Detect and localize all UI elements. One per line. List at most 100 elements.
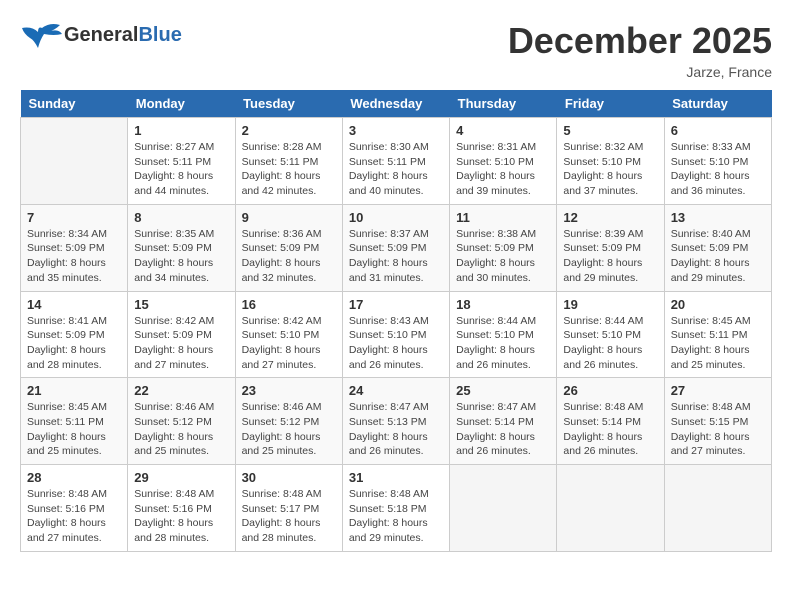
header-friday: Friday — [557, 90, 664, 118]
day-cell: 18 Sunrise: 8:44 AMSunset: 5:10 PMDayligh… — [450, 291, 557, 378]
day-cell — [664, 465, 771, 552]
header-monday: Monday — [128, 90, 235, 118]
day-cell: 12 Sunrise: 8:39 AMSunset: 5:09 PMDayligh… — [557, 204, 664, 291]
header-sunday: Sunday — [21, 90, 128, 118]
day-number: 26 — [563, 383, 657, 398]
day-info: Sunrise: 8:45 AMSunset: 5:11 PMDaylight:… — [671, 314, 765, 373]
day-info: Sunrise: 8:31 AMSunset: 5:10 PMDaylight:… — [456, 140, 550, 199]
header-saturday: Saturday — [664, 90, 771, 118]
day-cell: 3 Sunrise: 8:30 AMSunset: 5:11 PMDaylight… — [342, 118, 449, 205]
day-number: 15 — [134, 297, 228, 312]
day-number: 27 — [671, 383, 765, 398]
day-number: 13 — [671, 210, 765, 225]
day-cell: 23 Sunrise: 8:46 AMSunset: 5:12 PMDayligh… — [235, 378, 342, 465]
week-row-4: 21 Sunrise: 8:45 AMSunset: 5:11 PMDayligh… — [21, 378, 772, 465]
day-info: Sunrise: 8:44 AMSunset: 5:10 PMDaylight:… — [456, 314, 550, 373]
logo: GeneralBlue — [20, 20, 182, 50]
title-block: December 2025 Jarze, France — [508, 20, 772, 80]
day-cell: 30 Sunrise: 8:48 AMSunset: 5:17 PMDayligh… — [235, 465, 342, 552]
day-info: Sunrise: 8:32 AMSunset: 5:10 PMDaylight:… — [563, 140, 657, 199]
day-cell: 28 Sunrise: 8:48 AMSunset: 5:16 PMDayligh… — [21, 465, 128, 552]
day-number: 4 — [456, 123, 550, 138]
header-wednesday: Wednesday — [342, 90, 449, 118]
day-cell: 5 Sunrise: 8:32 AMSunset: 5:10 PMDaylight… — [557, 118, 664, 205]
day-info: Sunrise: 8:38 AMSunset: 5:09 PMDaylight:… — [456, 227, 550, 286]
month-title: December 2025 — [508, 20, 772, 62]
day-info: Sunrise: 8:39 AMSunset: 5:09 PMDaylight:… — [563, 227, 657, 286]
day-info: Sunrise: 8:33 AMSunset: 5:10 PMDaylight:… — [671, 140, 765, 199]
day-cell: 29Sunrise: 8:48 AMSunset: 5:16 PMDayligh… — [128, 465, 235, 552]
day-info: Sunrise: 8:46 AMSunset: 5:12 PMDaylight:… — [134, 400, 228, 459]
day-info: Sunrise: 8:48 AMSunset: 5:16 PMDaylight:… — [27, 487, 121, 546]
day-info: Sunrise: 8:47 AMSunset: 5:13 PMDaylight:… — [349, 400, 443, 459]
day-cell: 1Sunrise: 8:27 AMSunset: 5:11 PMDaylight… — [128, 118, 235, 205]
day-cell — [450, 465, 557, 552]
day-info: Sunrise: 8:48 AMSunset: 5:18 PMDaylight:… — [349, 487, 443, 546]
day-cell: 22 Sunrise: 8:46 AMSunset: 5:12 PMDayligh… — [128, 378, 235, 465]
day-cell: 20 Sunrise: 8:45 AMSunset: 5:11 PMDayligh… — [664, 291, 771, 378]
day-info: Sunrise: 8:40 AMSunset: 5:09 PMDaylight:… — [671, 227, 765, 286]
day-info: Sunrise: 8:48 AMSunset: 5:17 PMDaylight:… — [242, 487, 336, 546]
week-row-2: 7Sunrise: 8:34 AMSunset: 5:09 PMDaylight… — [21, 204, 772, 291]
day-number: 23 — [242, 383, 336, 398]
day-number: 29 — [134, 470, 228, 485]
day-cell: 16Sunrise: 8:42 AMSunset: 5:10 PMDayligh… — [235, 291, 342, 378]
day-cell: 26 Sunrise: 8:48 AMSunset: 5:14 PMDayligh… — [557, 378, 664, 465]
day-cell: 13 Sunrise: 8:40 AMSunset: 5:09 PMDayligh… — [664, 204, 771, 291]
day-number: 20 — [671, 297, 765, 312]
day-info: Sunrise: 8:44 AMSunset: 5:10 PMDaylight:… — [563, 314, 657, 373]
day-number: 1 — [134, 123, 228, 138]
day-number: 11 — [456, 210, 550, 225]
day-number: 28 — [27, 470, 121, 485]
day-cell: 7Sunrise: 8:34 AMSunset: 5:09 PMDaylight… — [21, 204, 128, 291]
day-cell: 2 Sunrise: 8:28 AMSunset: 5:11 PMDaylight… — [235, 118, 342, 205]
day-number: 3 — [349, 123, 443, 138]
day-number: 22 — [134, 383, 228, 398]
day-cell: 10 Sunrise: 8:37 AMSunset: 5:09 PMDayligh… — [342, 204, 449, 291]
day-number: 6 — [671, 123, 765, 138]
day-info: Sunrise: 8:48 AMSunset: 5:15 PMDaylight:… — [671, 400, 765, 459]
header-tuesday: Tuesday — [235, 90, 342, 118]
day-info: Sunrise: 8:45 AMSunset: 5:11 PMDaylight:… — [27, 400, 121, 459]
day-cell — [557, 465, 664, 552]
day-number: 24 — [349, 383, 443, 398]
day-number: 5 — [563, 123, 657, 138]
day-info: Sunrise: 8:37 AMSunset: 5:09 PMDaylight:… — [349, 227, 443, 286]
week-row-1: 1Sunrise: 8:27 AMSunset: 5:11 PMDaylight… — [21, 118, 772, 205]
day-number: 2 — [242, 123, 336, 138]
day-cell: 21 Sunrise: 8:45 AMSunset: 5:11 PMDayligh… — [21, 378, 128, 465]
location: Jarze, France — [508, 64, 772, 80]
day-info: Sunrise: 8:43 AMSunset: 5:10 PMDaylight:… — [349, 314, 443, 373]
day-number: 8 — [134, 210, 228, 225]
day-number: 12 — [563, 210, 657, 225]
day-info: Sunrise: 8:48 AMSunset: 5:14 PMDaylight:… — [563, 400, 657, 459]
week-row-5: 28 Sunrise: 8:48 AMSunset: 5:16 PMDayligh… — [21, 465, 772, 552]
page-header: GeneralBlue December 2025 Jarze, France — [20, 20, 772, 80]
day-number: 21 — [27, 383, 121, 398]
day-number: 25 — [456, 383, 550, 398]
day-cell: 27 Sunrise: 8:48 AMSunset: 5:15 PMDayligh… — [664, 378, 771, 465]
day-info: Sunrise: 8:35 AMSunset: 5:09 PMDaylight:… — [134, 227, 228, 286]
day-number: 30 — [242, 470, 336, 485]
bird-icon — [20, 20, 64, 50]
day-cell: 24 Sunrise: 8:47 AMSunset: 5:13 PMDayligh… — [342, 378, 449, 465]
day-info: Sunrise: 8:41 AMSunset: 5:09 PMDaylight:… — [27, 314, 121, 373]
week-row-3: 14 Sunrise: 8:41 AMSunset: 5:09 PMDayligh… — [21, 291, 772, 378]
day-number: 14 — [27, 297, 121, 312]
day-number: 7 — [27, 210, 121, 225]
day-number: 9 — [242, 210, 336, 225]
day-cell: 19Sunrise: 8:44 AMSunset: 5:10 PMDayligh… — [557, 291, 664, 378]
day-cell: 9Sunrise: 8:36 AMSunset: 5:09 PMDaylight… — [235, 204, 342, 291]
day-number: 10 — [349, 210, 443, 225]
day-cell: 25Sunrise: 8:47 AMSunset: 5:14 PMDayligh… — [450, 378, 557, 465]
day-number: 18 — [456, 297, 550, 312]
calendar-table: SundayMondayTuesdayWednesdayThursdayFrid… — [20, 90, 772, 552]
day-info: Sunrise: 8:28 AMSunset: 5:11 PMDaylight:… — [242, 140, 336, 199]
day-info: Sunrise: 8:42 AMSunset: 5:09 PMDaylight:… — [134, 314, 228, 373]
day-info: Sunrise: 8:42 AMSunset: 5:10 PMDaylight:… — [242, 314, 336, 373]
day-cell: 6 Sunrise: 8:33 AMSunset: 5:10 PMDaylight… — [664, 118, 771, 205]
day-cell: 31Sunrise: 8:48 AMSunset: 5:18 PMDayligh… — [342, 465, 449, 552]
day-info: Sunrise: 8:30 AMSunset: 5:11 PMDaylight:… — [349, 140, 443, 199]
calendar-header-row: SundayMondayTuesdayWednesdayThursdayFrid… — [21, 90, 772, 118]
day-info: Sunrise: 8:46 AMSunset: 5:12 PMDaylight:… — [242, 400, 336, 459]
